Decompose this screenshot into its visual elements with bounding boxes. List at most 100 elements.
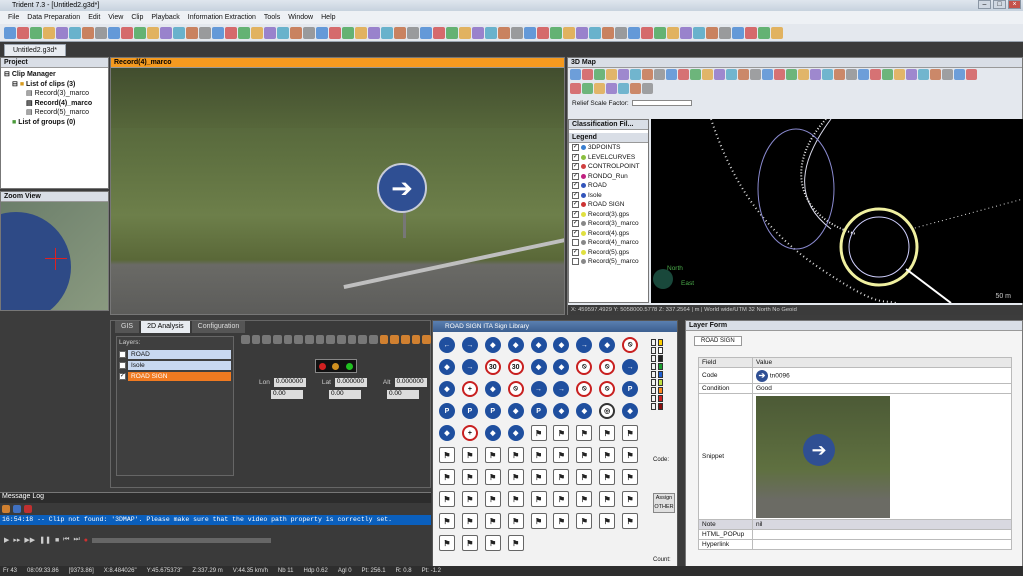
analysis-tool-icon[interactable] [337,335,346,344]
map-tool-icon[interactable] [954,69,965,80]
analysis-tool-icon[interactable] [369,335,378,344]
pictogram-sign-icon[interactable]: ⚑ [530,491,547,507]
map-tool-icon[interactable] [870,69,881,80]
30-sign-icon[interactable]: 30 [484,359,501,375]
parking-sign-icon[interactable]: P [461,403,478,419]
toolbar-icon[interactable] [134,26,146,39]
turn-sign-icon[interactable]: ◆ [507,337,524,353]
pictogram-sign-icon[interactable]: ⚑ [553,491,570,507]
shape-filter-row[interactable] [651,395,663,402]
parking-sign-icon[interactable]: P [484,403,501,419]
analysis-tool-icon[interactable] [326,335,336,344]
analysis-tool-icon[interactable] [262,335,272,344]
legend-item[interactable]: ✓ 3DPOINTS [569,143,648,153]
plane-sign-icon[interactable]: ◆ [507,425,524,441]
fast-forward-icon[interactable]: ▶▶ [24,536,35,544]
shape-filter-row[interactable] [651,347,663,354]
toolbar-icon[interactable] [225,26,237,39]
toolbar-icon[interactable] [173,26,185,39]
pictogram-sign-icon[interactable]: ⚑ [439,491,455,507]
value-html-popup[interactable] [752,529,1012,540]
legend-checkbox[interactable]: ✓ [572,201,579,209]
pictogram-sign-icon[interactable]: ⚑ [553,469,570,485]
map-tool-icon[interactable] [606,69,617,80]
color-swatch[interactable] [658,355,663,362]
toolbar-icon[interactable] [758,26,770,39]
map-tool-icon[interactable] [822,69,833,80]
layer-row-road[interactable]: ROAD [119,350,231,359]
legend-item[interactable]: ✓ Record(3)_marco [569,219,648,229]
toolbar-icon[interactable] [537,26,549,39]
toolbar-icon[interactable] [160,26,172,39]
toolbar-icon[interactable] [4,26,16,39]
pictogram-sign-icon[interactable]: ⚑ [507,513,524,529]
color-swatch[interactable] [658,363,663,370]
pedestrian-sign-icon[interactable]: ◆ [599,337,616,353]
pictogram-sign-icon[interactable]: ⚑ [461,469,478,485]
toolbar-icon[interactable] [394,26,406,39]
cross-sign-icon[interactable]: + [461,381,478,397]
car-sign-icon[interactable]: ◆ [576,403,593,419]
legend-checkbox[interactable]: ✓ [572,172,579,180]
step-icon[interactable]: ▸▸ [13,536,20,544]
toolbar-icon[interactable] [277,26,289,39]
truck-sign-icon[interactable]: ◆ [553,403,570,419]
pictogram-sign-icon[interactable]: ⚑ [507,469,524,485]
shape-filter-row[interactable] [651,379,663,386]
tab-road-sign[interactable]: ROAD SIGN [694,336,742,346]
pictogram-sign-icon[interactable]: ⚑ [461,491,478,507]
tree-clip-item[interactable]: ▤ Record(3)_marco [4,89,105,99]
pictogram-sign-icon[interactable]: ⚑ [622,491,639,507]
roundabout-sign-icon[interactable]: ◆ [553,337,570,353]
color-swatch[interactable] [658,395,663,402]
pictogram-sign-icon[interactable]: ⚑ [553,447,570,463]
menu-file[interactable]: File [8,14,19,21]
color-swatch[interactable] [658,379,663,386]
analysis-tool-icon[interactable] [241,335,250,344]
pictogram-sign-icon[interactable]: ⚑ [576,469,593,485]
toolbar-icon[interactable] [459,26,471,39]
no-entry-sign-icon[interactable]: ⦸ [599,359,616,375]
skip-forward-icon[interactable]: ⏭ [73,536,79,544]
pictogram-sign-icon[interactable]: ⚑ [622,469,639,485]
pictogram-sign-icon[interactable]: ⚑ [553,513,570,529]
toolbar-icon[interactable] [485,26,497,39]
toolbar-icon[interactable] [147,26,159,39]
toolbar-icon[interactable] [407,26,419,39]
value-note[interactable]: nil [752,519,1012,530]
pedestrian-sign-icon[interactable]: ◆ [530,359,547,375]
arrow-left-sign-icon[interactable]: ← [439,337,455,353]
map-tool-icon[interactable] [618,83,629,94]
map-tool-icon[interactable] [750,69,761,80]
no-entry-sign-icon[interactable]: ⦸ [507,381,524,397]
arrow-right-sign-icon[interactable]: → [576,337,593,353]
no-entry-sign-icon[interactable]: ⦸ [599,381,616,397]
toolbar-icon[interactable] [329,26,341,39]
map-tool-icon[interactable] [666,69,677,80]
map-tool-icon[interactable] [582,69,593,80]
circle-sign-icon[interactable]: ◎ [599,403,616,419]
tab-2d-analysis[interactable]: 2D Analysis [141,321,190,333]
pictogram-sign-icon[interactable]: ⚑ [576,513,593,529]
shape-filter-row[interactable] [651,339,663,346]
toolbar-icon[interactable] [199,26,211,39]
relief-slider[interactable] [631,100,692,106]
layer-row-isole[interactable]: Isole [119,361,231,370]
car-sign-icon[interactable]: ◆ [439,425,455,441]
alt-input[interactable]: 0.000000 [394,378,427,387]
pictogram-sign-icon[interactable]: ⚑ [507,535,524,551]
pictogram-sign-icon[interactable]: ⚑ [439,513,455,529]
map-tool-icon[interactable] [690,69,701,80]
lat-input[interactable]: 0.000000 [334,378,367,387]
map-tool-icon[interactable] [738,69,749,80]
toolbar-icon[interactable] [95,26,107,39]
turn-sign-icon[interactable]: ◆ [553,359,570,375]
tab-gis[interactable]: GIS [115,321,140,333]
toolbar-icon[interactable] [420,26,432,39]
analysis-tool-icon[interactable] [401,335,410,344]
toolbar-icon[interactable] [446,26,458,39]
color-swatch[interactable] [658,371,663,378]
pictogram-sign-icon[interactable]: ⚑ [484,535,501,551]
pictogram-sign-icon[interactable]: ⚑ [484,469,501,485]
map-canvas[interactable]: North East 50 m [651,119,1023,303]
